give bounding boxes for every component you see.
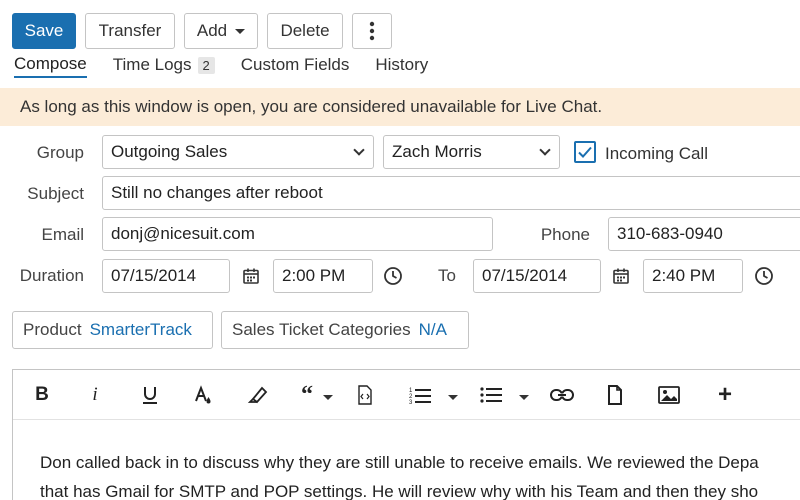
ordered-list-icon[interactable]: 123: [409, 384, 431, 406]
tab-history[interactable]: History: [375, 52, 428, 78]
tab-count-badge: 2: [197, 56, 215, 74]
tab-time-logs[interactable]: Time Logs 2: [113, 52, 215, 78]
agent-select-value: Zach Morris: [392, 142, 482, 161]
link-icon[interactable]: [550, 384, 574, 406]
transfer-button[interactable]: Transfer: [85, 13, 175, 49]
caret-down-icon[interactable]: [448, 395, 458, 400]
editor-text-line: Don called back in to discuss why they a…: [40, 453, 759, 472]
caret-down-icon[interactable]: [519, 395, 529, 400]
start-calendar-icon[interactable]: [240, 265, 262, 287]
caret-down-icon: [235, 28, 246, 34]
message-editor: B i “ 123 + Don called back in to discus…: [12, 369, 800, 500]
bullet-list-icon[interactable]: [480, 384, 502, 406]
tab-bar: Compose Time Logs 2 Custom Fields History: [14, 52, 454, 80]
end-date-input[interactable]: 07/15/2014: [473, 259, 601, 293]
tab-label: Custom Fields: [240, 55, 350, 74]
product-selector[interactable]: Product SmarterTrack: [12, 311, 213, 349]
end-calendar-icon[interactable]: [610, 265, 632, 287]
agent-select[interactable]: Zach Morris: [383, 135, 560, 169]
email-label: Email: [41, 225, 84, 244]
image-icon[interactable]: [657, 384, 681, 406]
editor-body[interactable]: Don called back in to discuss why they a…: [40, 448, 800, 500]
product-label: Product: [23, 320, 82, 339]
sales-ticket-categories-selector[interactable]: Sales Ticket Categories N/A: [221, 311, 469, 349]
end-clock-icon[interactable]: [753, 265, 775, 287]
incoming-call-checkbox[interactable]: [574, 141, 596, 163]
product-value: SmarterTrack: [89, 320, 192, 339]
duration-label: Duration: [19, 266, 84, 285]
chevron-down-icon: [353, 144, 365, 156]
code-file-icon[interactable]: [356, 384, 374, 406]
email-input[interactable]: donj@nicesuit.com: [102, 217, 493, 251]
bold-icon[interactable]: B: [33, 384, 51, 406]
categories-label: Sales Ticket Categories: [232, 320, 411, 339]
checkmark-icon: [578, 146, 592, 158]
tab-compose[interactable]: Compose: [14, 52, 87, 78]
add-button-label: Add: [196, 21, 228, 40]
plus-icon[interactable]: +: [715, 381, 735, 408]
kebab-menu-icon: [369, 21, 375, 41]
tab-label: Time Logs: [112, 55, 192, 74]
underline-icon[interactable]: [140, 384, 160, 406]
italic-icon[interactable]: i: [88, 384, 102, 406]
editor-text-line: that has Gmail for SMTP and POP settings…: [40, 482, 759, 500]
to-label: To: [438, 266, 456, 285]
start-time-input[interactable]: 2:00 PM: [273, 259, 373, 293]
group-label: Group: [36, 143, 84, 162]
incoming-call-label: Incoming Call: [605, 144, 708, 163]
end-time-input[interactable]: 2:40 PM: [643, 259, 743, 293]
start-clock-icon[interactable]: [382, 265, 404, 287]
group-select[interactable]: Outgoing Sales: [102, 135, 374, 169]
svg-text:3: 3: [409, 400, 413, 404]
add-dropdown-button[interactable]: Add: [184, 13, 258, 49]
start-date-input[interactable]: 07/15/2014: [102, 259, 230, 293]
delete-button[interactable]: Delete: [267, 13, 343, 49]
action-toolbar: Save Transfer Add Delete: [12, 13, 392, 49]
more-options-button[interactable]: [352, 13, 392, 49]
categories-value: N/A: [418, 320, 447, 339]
subject-label: Subject: [27, 184, 84, 203]
phone-input[interactable]: 310-683-0940: [608, 217, 800, 251]
chevron-down-icon: [539, 144, 551, 156]
phone-label: Phone: [540, 225, 590, 244]
editor-toolbar: B i “ 123 +: [13, 370, 800, 420]
caret-down-icon[interactable]: [323, 395, 333, 400]
banner-text: As long as this window is open, you are …: [20, 97, 603, 116]
tab-label: History: [375, 55, 429, 74]
live-chat-warning-banner: As long as this window is open, you are …: [0, 88, 800, 126]
group-select-value: Outgoing Sales: [111, 142, 228, 161]
tab-custom-fields[interactable]: Custom Fields: [241, 52, 350, 78]
font-color-icon[interactable]: [193, 384, 213, 406]
highlighter-icon[interactable]: [247, 384, 269, 406]
document-icon[interactable]: [606, 384, 624, 406]
quote-icon[interactable]: “: [297, 382, 317, 408]
subject-input[interactable]: Still no changes after reboot: [102, 176, 800, 210]
save-button[interactable]: Save: [12, 13, 76, 49]
tab-label: Compose: [14, 54, 87, 73]
